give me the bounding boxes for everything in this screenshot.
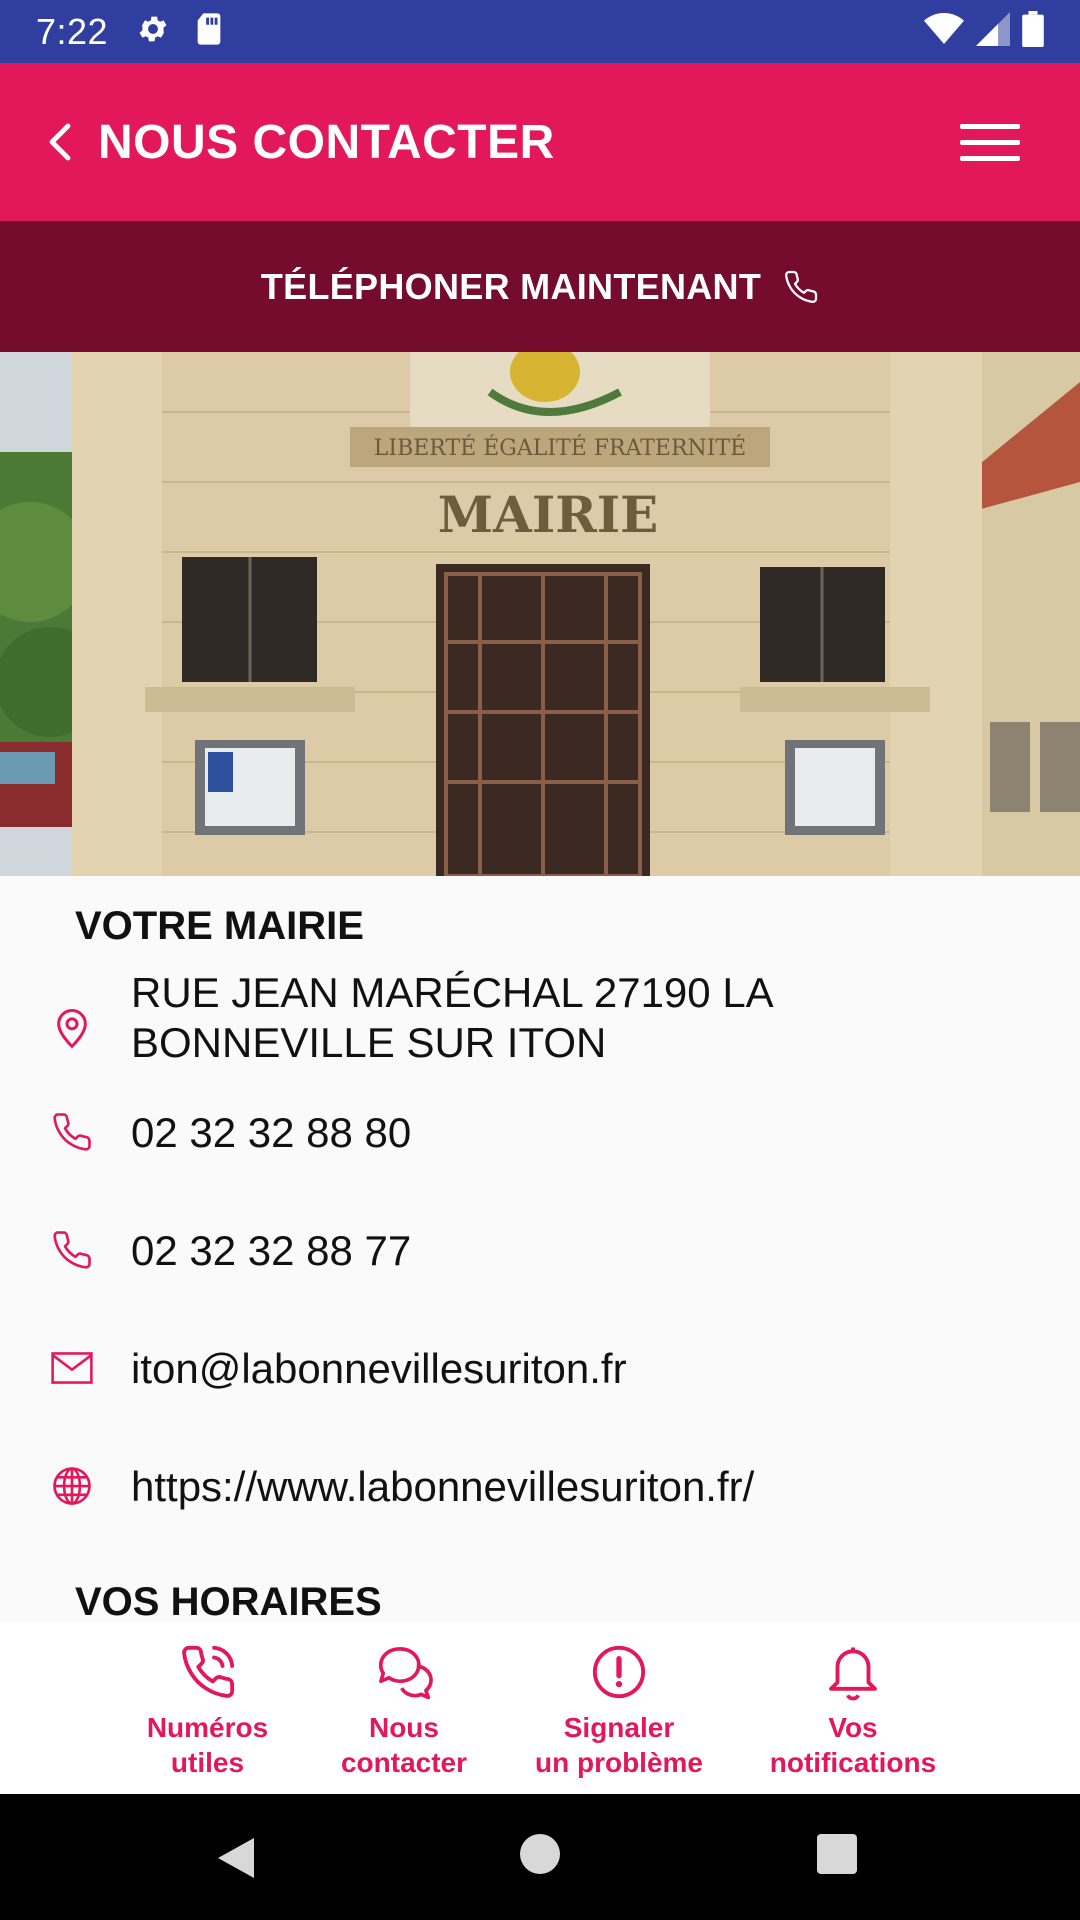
- system-navigation-bar: [0, 1794, 1080, 1920]
- sd-card-icon: [194, 12, 224, 51]
- nav-label-line2: notifications: [769, 1747, 937, 1778]
- town-hall-photo: LIBERTÉ ÉGALITÉ FRATERNITÉ MAIRIE: [0, 352, 1080, 876]
- section-title-mairie: VOTRE MAIRIE: [75, 904, 364, 948]
- email-text[interactable]: iton@labonnevillesuriton.fr: [131, 1344, 1030, 1394]
- nav-label: Numéros utiles: [147, 1710, 268, 1780]
- menu-button[interactable]: [960, 112, 1030, 172]
- status-time: 7:22: [36, 10, 109, 52]
- menu-icon-line: [960, 123, 1020, 129]
- nav-label-line2: contacter: [340, 1747, 468, 1778]
- nav-label-line1: Vos: [828, 1712, 878, 1743]
- nav-label-line1: Nous: [368, 1712, 439, 1743]
- chevron-left-icon: [49, 123, 71, 161]
- recents-square-icon[interactable]: [817, 1834, 857, 1874]
- nav-label-line1: Signaler: [563, 1712, 675, 1743]
- contact-content: VOTRE MAIRIE RUE JEAN MARÉCHAL 27190 LA …: [0, 876, 1080, 1622]
- chat-bubbles-icon: [374, 1640, 434, 1704]
- nav-label-line1: Numéros: [146, 1712, 269, 1743]
- menu-icon-line: [960, 155, 1020, 161]
- address-text: RUE JEAN MARÉCHAL 27190 LA BONNEVILLE SU…: [131, 969, 772, 1066]
- nav-item-numeros-utiles[interactable]: Numéros utiles: [120, 1622, 295, 1794]
- motto-engraving: LIBERTÉ ÉGALITÉ FRATERNITÉ: [374, 434, 746, 461]
- nav-label: Signaler un problème: [535, 1710, 703, 1780]
- battery-icon: [1022, 11, 1044, 52]
- settings-icon: [136, 12, 170, 51]
- bottom-navigation: Numéros utiles Nous contacter Signaler un p…: [0, 1622, 1080, 1794]
- mairie-sign: MAIRIE: [438, 485, 659, 544]
- phone-icon: [783, 269, 819, 305]
- phone-icon: [48, 1226, 96, 1274]
- menu-icon-line: [960, 139, 1020, 145]
- nav-item-nous-contacter[interactable]: Nous contacter: [320, 1622, 488, 1794]
- section-title-hours: VOS HORAIRES: [75, 1580, 382, 1622]
- phone2-text[interactable]: 02 32 32 88 77: [131, 1226, 1030, 1276]
- nav-label-line2: utiles: [170, 1747, 245, 1778]
- call-now-label: TÉLÉPHONER MAINTENANT: [260, 265, 762, 307]
- cell-signal-icon: [976, 12, 1010, 51]
- location-pin-icon: [48, 1004, 96, 1052]
- page-title: NOUS CONTACTER: [98, 115, 555, 169]
- nav-label: Nous contacter: [341, 1710, 467, 1780]
- back-button[interactable]: [30, 112, 90, 172]
- envelope-icon: [48, 1344, 96, 1392]
- status-bar: 7:22: [0, 0, 1080, 63]
- nav-item-vos-notifications[interactable]: Vos notifications: [758, 1622, 948, 1794]
- home-circle-icon[interactable]: [520, 1834, 560, 1874]
- bell-icon: [822, 1640, 884, 1704]
- wifi-icon: [924, 12, 964, 51]
- phone1-text[interactable]: 02 32 32 88 80: [131, 1108, 1030, 1158]
- nav-item-signaler-probleme[interactable]: Signaler un problème: [525, 1622, 713, 1794]
- phone-icon: [48, 1108, 96, 1156]
- nav-label: Vos notifications: [770, 1710, 936, 1780]
- phone-call-icon: [179, 1640, 237, 1704]
- nav-label-line2: un problème: [534, 1747, 703, 1778]
- call-now-button[interactable]: TÉLÉPHONER MAINTENANT: [0, 221, 1080, 352]
- globe-icon: [48, 1462, 96, 1510]
- app-bar: NOUS CONTACTER: [0, 63, 1080, 221]
- alert-circle-icon: [590, 1640, 648, 1704]
- back-triangle-icon[interactable]: [214, 1834, 258, 1882]
- website-text[interactable]: https://www.labonnevillesuriton.fr/: [131, 1462, 1030, 1512]
